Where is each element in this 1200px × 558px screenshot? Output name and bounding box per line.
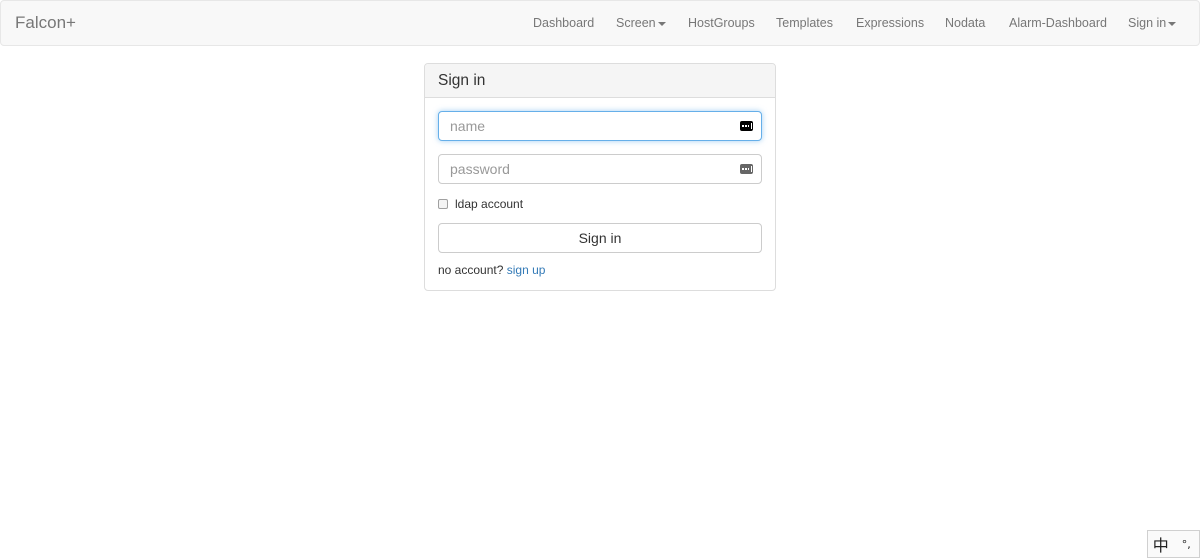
top-navbar: Falcon+ Dashboard Screen HostGroups Temp… (0, 0, 1200, 46)
ldap-checkbox-row: ldap account (438, 197, 523, 211)
signin-panel-title: Sign in (425, 64, 775, 98)
password-manager-key-icon[interactable] (740, 164, 753, 174)
nav-dashboard-label: Dashboard (533, 16, 595, 30)
password-input[interactable] (438, 154, 762, 184)
nav-nodata[interactable]: Nodata (945, 16, 985, 30)
brand-logo[interactable]: Falcon+ (15, 13, 76, 33)
signup-link[interactable]: sign up (507, 263, 546, 277)
signin-submit-button[interactable]: Sign in (438, 223, 762, 253)
ime-punctuation-icon[interactable]: °, (1174, 538, 1200, 551)
ldap-checkbox[interactable] (438, 199, 448, 209)
nav-screen-dropdown[interactable]: Screen (616, 16, 666, 30)
nav-hostgroups-label: HostGroups (688, 16, 755, 30)
nav-expressions[interactable]: Expressions (856, 16, 924, 30)
ldap-checkbox-label[interactable]: ldap account (455, 197, 523, 211)
nav-alarm-dashboard-label: Alarm-Dashboard (1009, 16, 1107, 30)
nav-expressions-label: Expressions (856, 16, 925, 30)
no-account-text: no account? (438, 263, 504, 277)
caret-down-icon (1168, 21, 1177, 26)
nav-signin-label: Sign in (1128, 16, 1167, 30)
nav-screen-label: Screen (616, 16, 656, 30)
nav-hostgroups[interactable]: HostGroups (688, 16, 755, 30)
signin-panel: Sign in ldap account Sign in no account?… (424, 63, 776, 291)
nav-templates-label: Templates (776, 16, 833, 30)
nav-alarm-dashboard[interactable]: Alarm-Dashboard (1009, 16, 1107, 30)
signup-prompt: no account? sign up (438, 263, 545, 277)
password-manager-key-icon[interactable] (740, 121, 753, 131)
nav-nodata-label: Nodata (945, 16, 986, 30)
name-input[interactable] (438, 111, 762, 141)
nav-templates[interactable]: Templates (776, 16, 833, 30)
caret-down-icon (657, 21, 666, 26)
nav-dashboard[interactable]: Dashboard (533, 16, 594, 30)
ime-chinese-mode-icon[interactable]: 中 (1148, 532, 1174, 556)
nav-signin-dropdown[interactable]: Sign in (1128, 16, 1177, 30)
ime-indicator[interactable]: 中 °, (1147, 530, 1200, 558)
